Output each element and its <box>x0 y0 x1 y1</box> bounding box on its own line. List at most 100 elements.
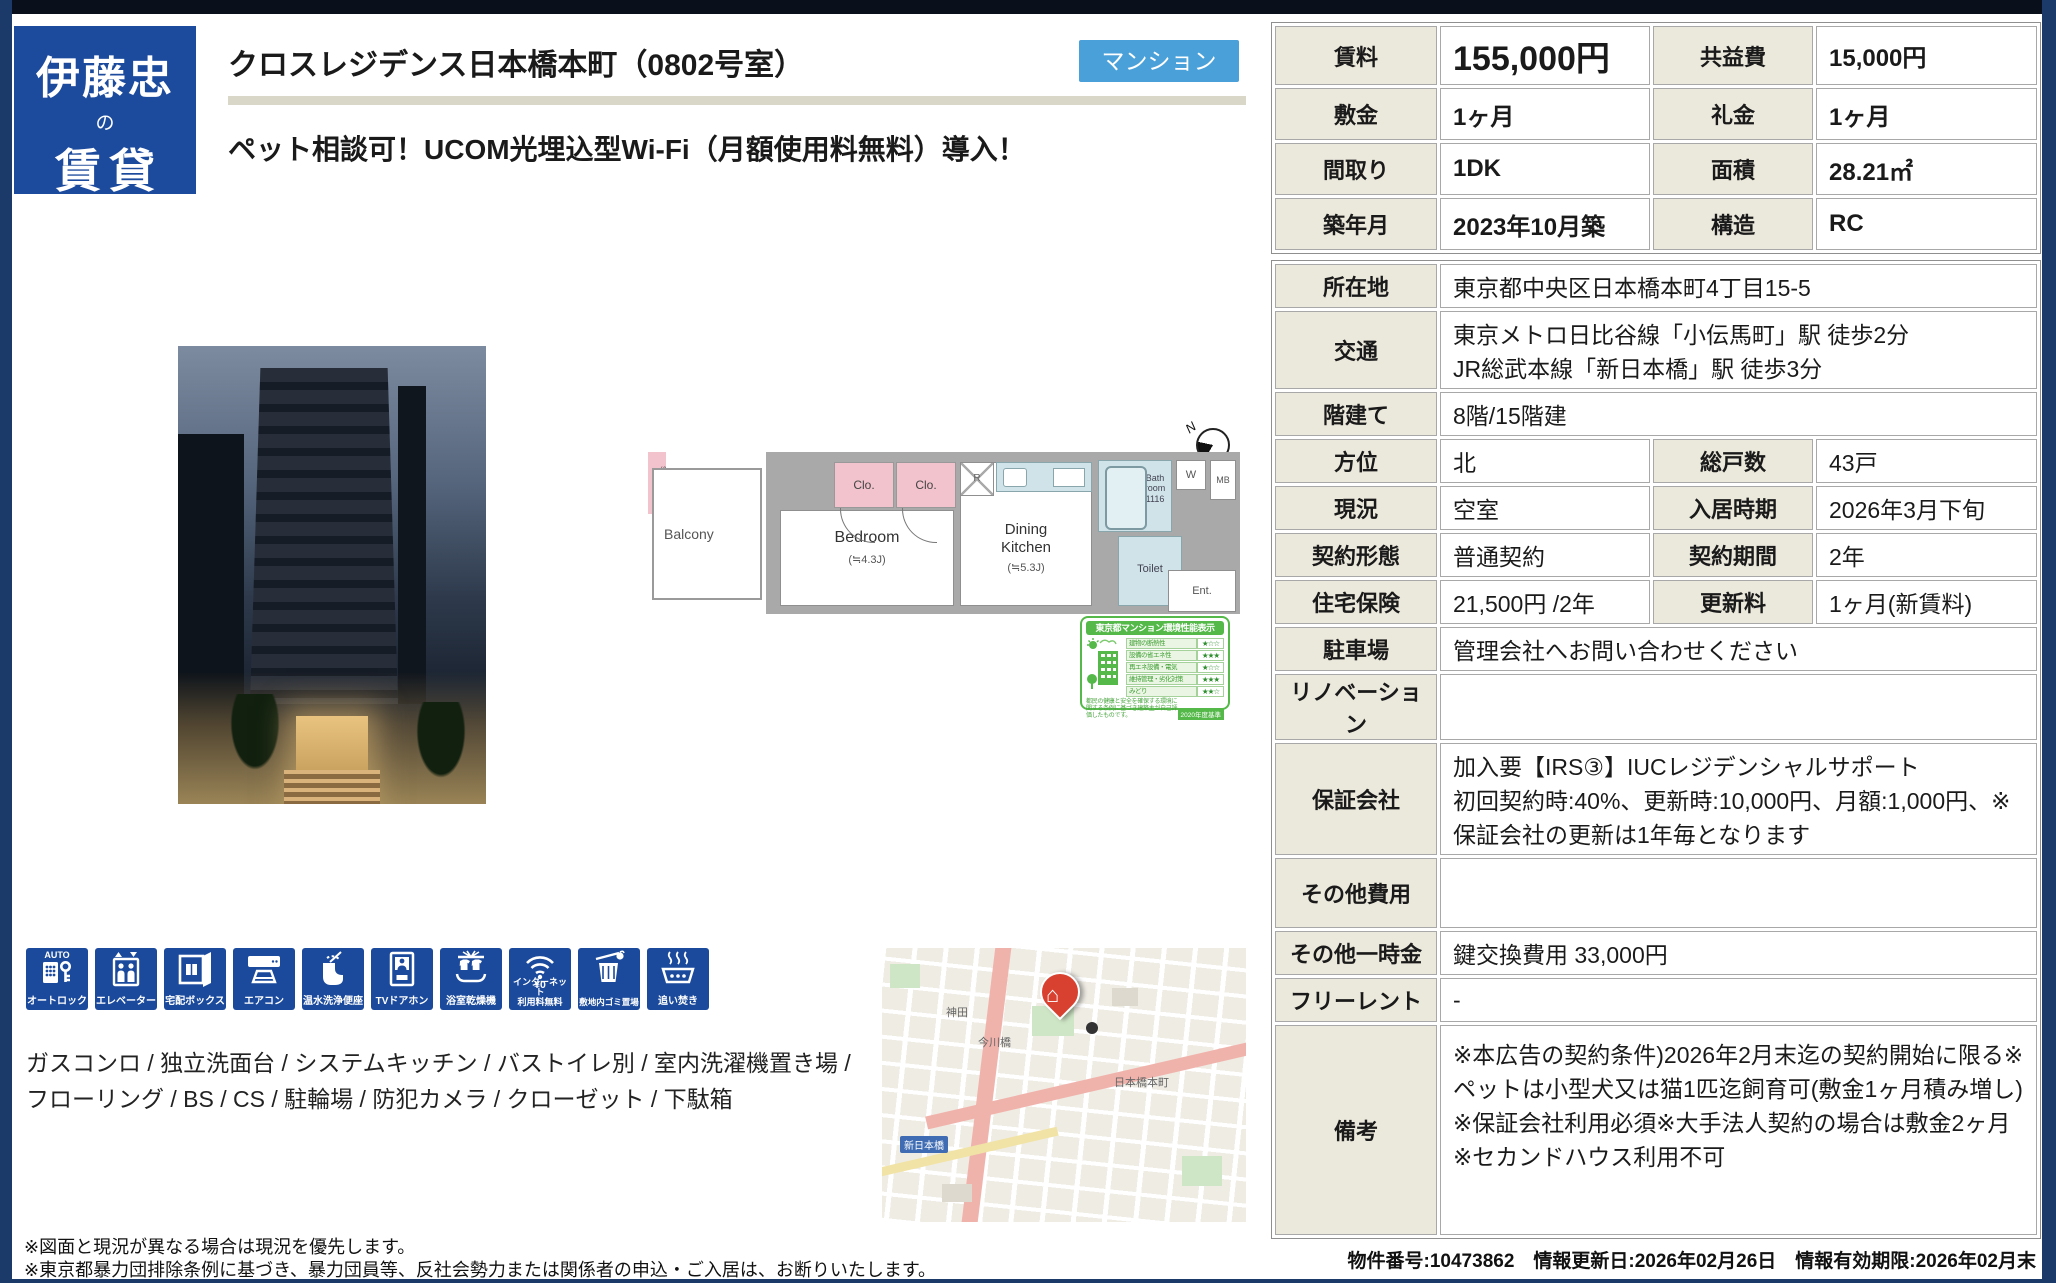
feature-icon-row: AUTOオートロックエレベーター宅配ボックスエアコン温水洗浄便座TVドアホン浴室… <box>26 948 709 1010</box>
map-station-dot <box>1086 1022 1098 1034</box>
summary-label: 賃料 <box>1275 26 1437 85</box>
detail-value: 加入要【IRS③】IUCレジデンシャルサポート 初回契約時:40%、更新時:10… <box>1440 743 2037 855</box>
detail-row: リノベーション <box>1275 674 2037 740</box>
photo-main-tower <box>250 368 398 704</box>
map-building-block <box>1112 988 1138 1006</box>
detail-row: その他費用 <box>1275 858 2037 928</box>
svg-text:AUTO: AUTO <box>44 950 69 960</box>
title-divider <box>228 96 1246 105</box>
summary-row: 敷金1ヶ月礼金1ヶ月 <box>1275 88 2037 140</box>
detail-row: 駐車場管理会社へお問い合わせください <box>1275 627 2037 671</box>
detail-value: 鍵交換費用 33,000円 <box>1440 931 2037 975</box>
feature-label: インターネット 利用料無料 <box>509 978 571 1008</box>
photo-tree <box>412 702 470 786</box>
detail-row: 階建て8階/15階建 <box>1275 392 2037 436</box>
feature-garbage-area: 敷地内ゴミ置場 <box>578 948 640 1010</box>
feature-washlet: 温水洗浄便座 <box>302 948 364 1010</box>
summary-value: 1DK <box>1440 143 1650 195</box>
map-park <box>890 964 920 988</box>
floorplan-entrance: Ent. <box>1168 570 1236 612</box>
detail-value: 21,500円 /2年 <box>1440 580 1650 624</box>
detail-row: フリーレント- <box>1275 978 2037 1022</box>
detail-value: 北 <box>1440 439 1650 483</box>
certificate-row: 維持管理・劣化対策★★★ <box>1126 674 1224 685</box>
detail-value <box>1440 858 2037 928</box>
detail-row: 交通東京メトロ日比谷線「小伝馬町」駅 徒歩2分 JR総武本線「新日本橋」駅 徒歩… <box>1275 311 2037 389</box>
detail-table: 所在地東京都中央区日本橋本町4丁目15-5交通東京メトロ日比谷線「小伝馬町」駅 … <box>1271 260 2041 1239</box>
floorplan-balcony: Balcony <box>652 468 762 600</box>
photo-steps <box>284 770 380 804</box>
feature-label: オートロック <box>26 996 88 1007</box>
map-label: 日本橋本町 <box>1114 1074 1169 1090</box>
certificate-row-label: 設備の省エネ性 <box>1126 650 1197 661</box>
detail-value: 1ヶ月(新賃料) <box>1816 580 2037 624</box>
certificate-row-stars: ★★☆ <box>1197 686 1224 697</box>
frame-right <box>2042 0 2056 1283</box>
feature-label: 浴室乾燥機 <box>440 996 502 1007</box>
reheating-bath-icon <box>658 949 698 989</box>
catch-copy: ペット相談可！UCOM光埋込型Wi-Fi（月額使用料無料）導入！ <box>228 128 1026 168</box>
feature-label: TVドアホン <box>371 996 433 1007</box>
certificate-ratings: 建物の断熱性★☆☆設備の省エネ性★★★再エネ設備・電気★☆☆維持管理・劣化対策★… <box>1126 637 1224 698</box>
detail-label: 現況 <box>1275 486 1437 530</box>
detail-value: 管理会社へお問い合わせください <box>1440 627 2037 671</box>
summary-row: 賃料155,000円共益費15,000円 <box>1275 26 2037 85</box>
property-type-badge: マンション <box>1079 40 1239 82</box>
certificate-row-stars: ★★★ <box>1197 674 1224 685</box>
summary-value: 28.21㎡ <box>1816 143 2037 195</box>
detail-label: フリーレント <box>1275 978 1437 1022</box>
logo-line3: 賃貸 <box>14 135 196 201</box>
feature-label: 追い焚き <box>647 996 709 1007</box>
certificate-row-label: 建物の断熱性 <box>1126 638 1197 649</box>
detail-label: 総戸数 <box>1653 439 1813 483</box>
detail-label: 備考 <box>1275 1025 1437 1235</box>
map-label: 今川橋 <box>978 1034 1011 1050</box>
feature-label: エアコン <box>233 996 295 1007</box>
feature-reheating-bath: 追い焚き <box>647 948 709 1010</box>
certificate-note: 都民の健康と安全を確保する環境に関する条例に基づき建築主が自己評価したものです。 <box>1086 699 1178 720</box>
footnote-line: ※図面と現況が異なる場合は現況を優先します。 <box>24 1236 936 1259</box>
house-icon: ⌂ <box>1046 982 1059 1008</box>
detail-label: 住宅保険 <box>1275 580 1437 624</box>
location-map: 神田新日本橋今川橋日本橋本町 ⌂ <box>882 948 1246 1222</box>
certificate-row-label: みどり <box>1126 686 1197 697</box>
building-photo <box>178 346 486 804</box>
map-label: 新日本橋 <box>900 1136 948 1153</box>
summary-table: 賃料155,000円共益費15,000円敷金1ヶ月礼金1ヶ月間取り1DK面積28… <box>1271 22 2041 254</box>
delivery-box-icon <box>175 949 215 989</box>
detail-label: その他費用 <box>1275 858 1437 928</box>
detail-label: その他一時金 <box>1275 931 1437 975</box>
certificate-row: 再エネ設備・電気★☆☆ <box>1126 662 1224 673</box>
detail-label: 方位 <box>1275 439 1437 483</box>
detail-row: 住宅保険21,500円 /2年更新料1ヶ月(新賃料) <box>1275 580 2037 624</box>
detail-value: 東京メトロ日比谷線「小伝馬町」駅 徒歩2分 JR総武本線「新日本橋」駅 徒歩3分 <box>1440 311 2037 389</box>
certificate-row-stars: ★☆☆ <box>1197 662 1224 673</box>
feature-label: 温水洗浄便座 <box>302 996 364 1007</box>
certificate-row-stars: ★☆☆ <box>1197 638 1224 649</box>
certificate-row: 建物の断熱性★☆☆ <box>1126 638 1224 649</box>
detail-row: 現況空室入居時期2026年3月下旬 <box>1275 486 2037 530</box>
summary-label: 礼金 <box>1653 88 1813 140</box>
dk-label: Dining Kitchen <box>961 521 1091 557</box>
balcony-label: Balcony <box>664 526 714 542</box>
feature-tv-doorphone: TVドアホン <box>371 948 433 1010</box>
certificate-row-label: 再エネ設備・電気 <box>1126 662 1197 673</box>
frame-bottom <box>0 1279 2056 1283</box>
kitchen-sink <box>1003 468 1027 487</box>
summary-row: 間取り1DK面積28.21㎡ <box>1275 143 2037 195</box>
logo-underline <box>47 211 163 215</box>
summary-value: 1ヶ月 <box>1440 88 1650 140</box>
summary-value: 15,000円 <box>1816 26 2037 85</box>
frame-top <box>0 0 2056 14</box>
detail-value <box>1440 674 2037 740</box>
feature-bath-dryer: 浴室乾燥機 <box>440 948 502 1010</box>
floorplan-closet-1: Clo. <box>834 462 894 508</box>
detail-value: 8階/15階建 <box>1440 392 2037 436</box>
detail-label: 入居時期 <box>1653 486 1813 530</box>
detail-row: 契約形態普通契約契約期間2年 <box>1275 533 2037 577</box>
footnotes: ※図面と現況が異なる場合は現況を優先します。 ※東京都暴力団排除条例に基づき、暴… <box>24 1236 936 1283</box>
bath-dryer-icon <box>451 949 491 989</box>
autolock-icon: AUTO <box>37 949 77 989</box>
bathtub <box>1105 466 1147 530</box>
photo-tree <box>226 694 284 778</box>
